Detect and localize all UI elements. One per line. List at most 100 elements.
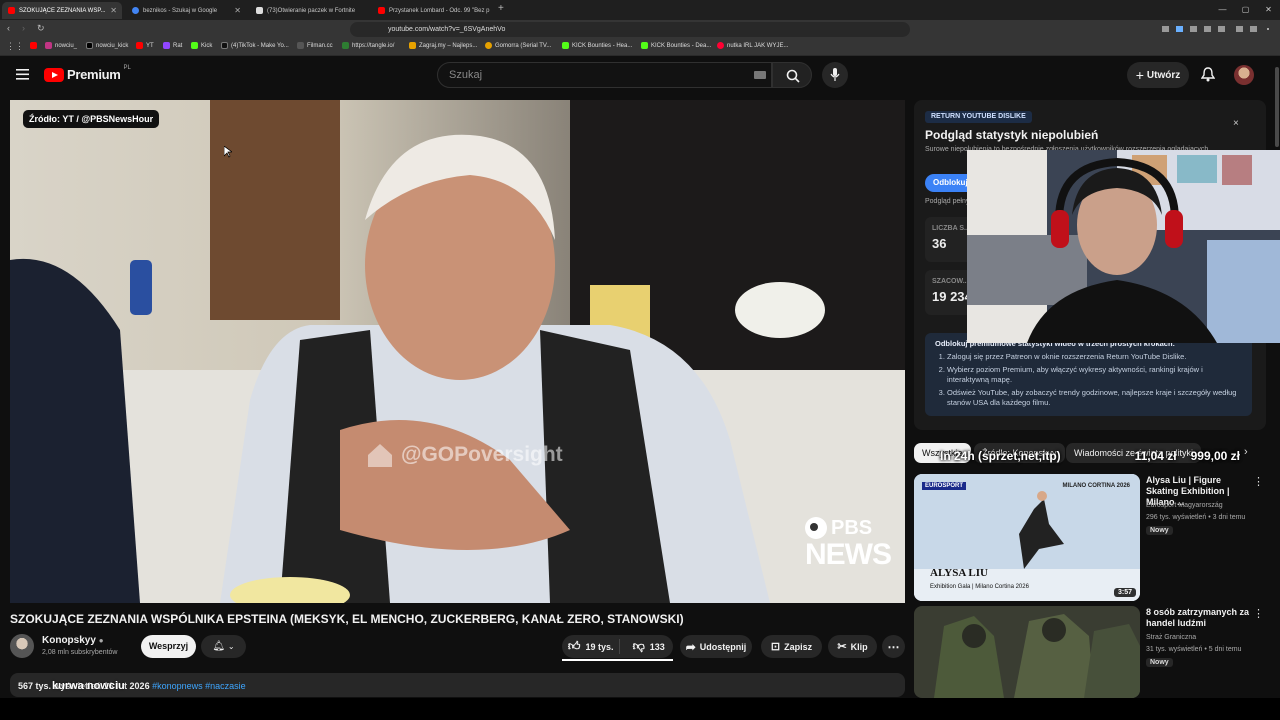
share-button[interactable]: ➦ Udostępnij [680,635,752,658]
clip-label: Klip [850,641,868,652]
bookmark-label: Gomorra (Serial TV... [495,42,552,49]
browser-tab[interactable]: Przystanek Lombard - Odc. 99 "Bez p [372,2,492,19]
channel-name[interactable]: Konopskyy ● [42,635,104,646]
bookmark-item[interactable]: Kick [191,42,212,49]
search-input[interactable]: Szukaj [437,62,772,88]
instagram-icon [45,42,52,49]
bookmark-label: Zagraj.my – Najleps... [419,42,478,49]
tab-title: Przystanek Lombard - Odc. 99 "Bez p [389,7,490,14]
minimize-icon[interactable]: — [1211,0,1234,20]
bookmark-item[interactable]: nowciu_kick [86,42,128,49]
bookmark-item[interactable]: Gomorra (Serial TV... [485,42,551,49]
like-count: 19 tys. [585,641,614,652]
bookmark-item[interactable]: (4)TikTok - Make Yo... [221,42,289,49]
youtube-logo[interactable]: Premium PL [44,65,131,82]
bookmark-item[interactable]: Filman.cc [297,42,333,49]
elephant-logo-icon [368,444,392,467]
chevron-right-icon[interactable]: › [1244,446,1248,458]
goal-target: 999,00 zł [1190,449,1240,463]
bookmark-item[interactable]: KICK Bounties - Dea... [641,42,711,49]
bookmark-item[interactable]: Rat [163,42,182,49]
more-icon: ⋯ [887,639,900,654]
apps-grid-icon[interactable]: ⋮⋮ [6,41,24,52]
browser-tab[interactable]: beznikos - Szukaj w Google ✕ [126,2,246,19]
google-favicon-icon [132,7,139,14]
bookmark-item[interactable]: nutka IRL JAK WYJE... [717,42,788,49]
voice-search-button[interactable] [822,62,848,88]
verified-icon: ● [98,636,104,645]
save-button[interactable]: ⊡ Zapisz [761,635,822,658]
bookmark-save-icon: ⊡ [770,641,781,653]
ryd-premium-steps: Odblokuj premiumowe statystyki wideo w t… [925,333,1252,416]
bookmarks-bar: ⋮⋮ nowciu_ nowciu_kick YT Rat Kick (4)Ti… [0,39,1280,56]
close-icon[interactable]: ✕ [234,6,241,15]
video-thumbnail[interactable] [914,606,1140,698]
reload-icon[interactable]: ↻ [37,23,45,34]
subscription-bell-button[interactable]: 🔔︎ ⌄ [201,635,246,658]
close-window-icon[interactable]: ✕ [1257,0,1280,20]
forward-icon[interactable]: › [22,23,25,33]
more-actions-button[interactable]: ⋯ [882,635,905,658]
video-frame [10,100,905,603]
channel-name-text: Konopskyy [42,635,96,646]
description-box[interactable]: 567 tys. wyświetleń 16 lut 2026 #konopne… [10,673,905,697]
step-item: Zaloguj się przez Patreon w oknie rozsze… [947,352,1242,362]
share-icon: ➦ [685,639,696,654]
gomorra-icon [485,42,492,49]
more-vert-icon[interactable]: ⋮ [1253,475,1264,488]
kick-icon [562,42,569,49]
hamburger-menu-icon[interactable] [16,69,29,80]
thumb-brand: EUROSPORT [922,482,967,490]
dislike-button[interactable]: 👎︎ 133 [624,639,673,654]
back-icon[interactable]: ‹ [7,23,10,33]
bookmark-item[interactable]: Zagraj.my – Najleps... [409,42,477,49]
create-button[interactable]: + Utwórz [1127,62,1189,88]
thumb-event: MILANO CORTINA 2026 [1062,483,1130,489]
x-icon [86,42,93,49]
thumb-name: ALYSA LIU [930,567,988,579]
like-button[interactable]: 👍︎ 19 tys. [562,639,621,654]
bookmark-item[interactable]: https://tangle.io/ [342,42,394,49]
nutka-icon [717,42,724,49]
scrollbar-thumb[interactable] [1275,67,1279,147]
new-tab-button[interactable]: + [498,3,504,14]
create-label: Utwórz [1146,69,1181,81]
clip-button[interactable]: ✂ Klip [828,635,877,658]
bookmark-item[interactable] [30,42,37,49]
close-icon[interactable]: × [1233,118,1239,129]
recommendation-title[interactable]: 8 osób zatrzymanych za handel ludźmi [1146,607,1251,629]
search-icon [786,69,800,83]
description-tags[interactable]: #konopnews #naczasie [152,681,246,691]
bookmark-label: Rat [173,42,183,49]
bookmark-item[interactable]: nowciu_ [45,42,77,49]
bookmark-label: YT [146,42,154,49]
page-scrollbar[interactable] [1274,57,1280,697]
new-badge: Nowy [1146,658,1173,667]
close-icon[interactable]: ✕ [110,6,117,15]
notifications-bell-icon[interactable] [1201,67,1215,82]
more-vert-icon[interactable]: ⋮ [1253,607,1264,620]
video-player[interactable] [10,100,905,603]
bookmark-label: https://tangle.io/ [352,42,395,49]
kick-icon [641,42,648,49]
browser-tab-strip: SZOKUJĄCE ZEZNANIA WSP... ✕ beznikos - S… [0,0,1280,20]
bookmark-label: Kick [201,42,213,49]
video-thumbnail[interactable]: EUROSPORT MILANO CORTINA 2026 ALYSA LIU … [914,474,1140,601]
maximize-icon[interactable]: ▢ [1234,0,1257,20]
like-ratio-bar [562,659,673,661]
duration-badge: 3:57 [1113,588,1136,597]
bookmark-item[interactable]: YT [136,42,154,49]
ryd-badge: RETURN YOUTUBE DISLIKE [925,111,1032,123]
address-bar[interactable]: youtube.com/watch?v=_6SVgAnehVo [350,22,910,37]
support-button[interactable]: Wesprzyj [141,635,196,658]
user-avatar[interactable] [1234,65,1254,85]
browser-tab[interactable]: (73)Otwieranie paczek w Fortnite [250,2,370,19]
browser-tab[interactable]: SZOKUJĄCE ZEZNANIA WSP... ✕ [2,2,122,19]
bookmark-item[interactable]: KICK Bounties - Hea... [562,42,632,49]
recommendation-channel[interactable]: Eurosport Magyarország [1146,501,1223,511]
filman-icon [297,42,304,49]
recommendation-channel[interactable]: Straż Graniczna [1146,633,1196,643]
search-button[interactable] [772,62,812,88]
channel-avatar[interactable] [10,634,34,658]
keyboard-icon[interactable] [754,71,766,79]
